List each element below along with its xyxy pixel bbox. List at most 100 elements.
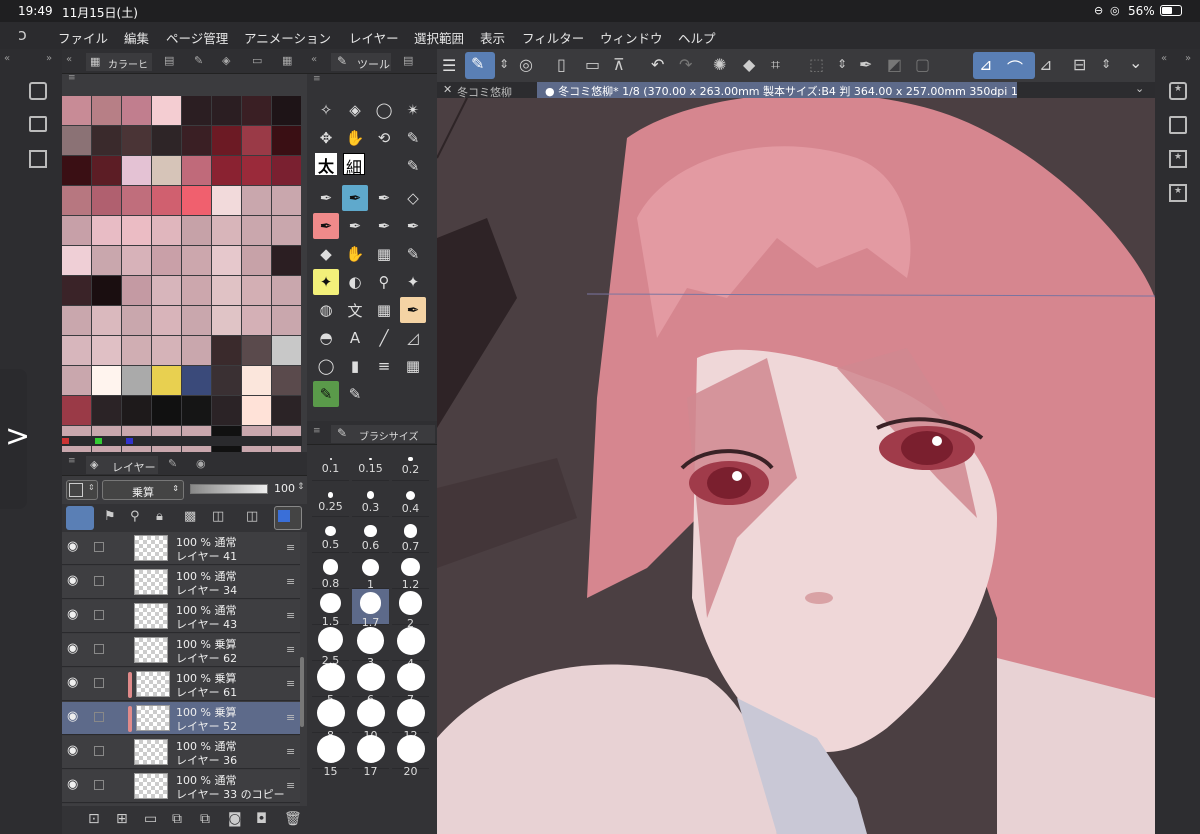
color-swatch[interactable] xyxy=(212,156,241,185)
drag-handle-icon[interactable]: ≡ xyxy=(286,711,295,724)
brush-size-option[interactable]: 0.25 xyxy=(312,481,349,517)
brush-size-option[interactable]: 0.5 xyxy=(312,517,349,553)
layer-mask-icon[interactable]: ◙ xyxy=(228,811,242,827)
brush-size-option[interactable]: 5 xyxy=(312,661,349,706)
ruler-icon[interactable]: ◫ xyxy=(246,509,258,524)
spiral-tool-icon[interactable]: ▦ xyxy=(371,297,397,323)
brush-size-option[interactable]: 6 xyxy=(352,661,389,706)
visibility-eye-icon[interactable]: ◉ xyxy=(67,709,81,724)
navigator-icon[interactable] xyxy=(29,82,47,100)
color-swatch[interactable] xyxy=(92,186,121,215)
color-swatch[interactable] xyxy=(272,306,301,335)
color-swatch[interactable] xyxy=(122,126,151,155)
undo-icon[interactable]: ↶ xyxy=(651,55,664,74)
menu-help[interactable]: ヘルプ xyxy=(678,28,716,47)
save-icon[interactable]: ⊼ xyxy=(613,55,625,74)
thin-line-button[interactable]: 細 xyxy=(343,153,365,177)
layer-checkbox[interactable] xyxy=(94,712,104,722)
layer-scrollbar[interactable] xyxy=(300,657,304,727)
panel-menu-icon[interactable]: ≡ xyxy=(68,456,76,466)
close-tab-icon[interactable]: ✕ xyxy=(443,83,452,96)
color-swatch[interactable] xyxy=(92,306,121,335)
crop-icon[interactable]: ⌗ xyxy=(771,55,780,75)
layer-checkbox[interactable] xyxy=(94,644,104,654)
gradient-tool-icon[interactable]: ◓ xyxy=(313,325,339,351)
frame-tool-icon[interactable]: ≡ xyxy=(371,353,397,379)
decoration-tool-icon[interactable]: ✎ xyxy=(400,241,426,267)
layer-property-icon[interactable] xyxy=(29,150,47,168)
color-swatch[interactable] xyxy=(62,306,91,335)
delete-layer-icon[interactable]: 🗑︎ xyxy=(284,811,302,827)
brush-size-option[interactable]: 4 xyxy=(392,625,429,670)
brush-size-option[interactable]: 0.15 xyxy=(352,445,389,481)
lasso-tool-icon[interactable]: ◯ xyxy=(371,97,397,123)
color-swatch[interactable] xyxy=(182,96,211,125)
color-swatch[interactable] xyxy=(242,306,271,335)
color-swatch[interactable] xyxy=(62,246,91,275)
move-tool-icon[interactable]: ✧ xyxy=(313,97,339,123)
color-swatch[interactable] xyxy=(242,186,271,215)
brush-alt-tool-icon[interactable]: ✒ xyxy=(400,297,426,323)
water-tool-icon[interactable]: ◐ xyxy=(342,269,368,295)
expand-icon[interactable]: « xyxy=(1161,53,1167,64)
menu-window[interactable]: ウィンドウ xyxy=(600,28,663,47)
color-swatch[interactable] xyxy=(122,306,151,335)
layer-row[interactable]: ◉ 100 % 通常 レイヤー 36 ≡ xyxy=(62,736,300,769)
deselect-icon[interactable]: ⬚ xyxy=(809,55,824,74)
pen-select-icon[interactable]: ✒ xyxy=(859,55,872,74)
color-swatch[interactable] xyxy=(62,216,91,245)
loading-icon[interactable]: ✺ xyxy=(713,55,726,74)
color-swatch[interactable] xyxy=(122,336,151,365)
drag-handle-icon[interactable]: ≡ xyxy=(286,779,295,792)
layer-checkbox[interactable] xyxy=(94,576,104,586)
color-swatch[interactable] xyxy=(122,156,151,185)
brush-size-option[interactable]: 17 xyxy=(352,733,389,778)
layer-row[interactable]: ◉ 100 % 乗算 レイヤー 62 ≡ xyxy=(62,634,300,667)
color-swatch[interactable] xyxy=(272,396,301,425)
color-swatch[interactable] xyxy=(182,156,211,185)
bookmark-star-icon[interactable]: ★ xyxy=(1169,82,1187,100)
pen-selected-tool-icon[interactable]: ✒ xyxy=(342,185,368,211)
pencil-tool-icon[interactable]: ✒ xyxy=(371,185,397,211)
eyedropper-tool-icon[interactable]: ✎ xyxy=(400,125,426,151)
color-swatch[interactable] xyxy=(152,336,181,365)
color-swatch[interactable] xyxy=(212,366,241,395)
color-swatch[interactable] xyxy=(272,366,301,395)
star-tool-icon[interactable]: ✦ xyxy=(400,269,426,295)
layer-row[interactable]: ◉ 100 % 通常 レイヤー 41 ≡ xyxy=(62,532,300,565)
color-swatch[interactable] xyxy=(152,246,181,275)
visibility-eye-icon[interactable]: ◉ xyxy=(67,607,81,622)
brush-size-option[interactable]: 0.6 xyxy=(352,517,389,553)
chevron-down-icon[interactable]: ⌄ xyxy=(1135,82,1144,95)
color-swatch[interactable] xyxy=(152,276,181,305)
panel-menu-icon[interactable]: ≡ xyxy=(68,73,76,83)
select-pen-tool-icon[interactable]: ✎ xyxy=(313,381,339,407)
layer-color-icon[interactable] xyxy=(274,506,302,530)
brush-size-option[interactable]: 15 xyxy=(312,733,349,778)
favorite-folder-icon[interactable]: ★ xyxy=(1169,150,1187,168)
color-swatch[interactable] xyxy=(152,126,181,155)
tab-active-document[interactable]: ● 冬コミ悠柳* 1/8 (370.00 x 263.00mm 製本サイズ:B4… xyxy=(537,82,1017,98)
color-swatch[interactable] xyxy=(152,156,181,185)
pencil-sketch-tool-icon[interactable]: ✎ xyxy=(400,153,426,179)
brush-size-option[interactable]: 10 xyxy=(352,697,389,742)
brush-size-option[interactable]: 0.4 xyxy=(392,481,429,517)
new-folder-icon[interactable]: ▭ xyxy=(144,811,157,827)
thick-line-button[interactable]: 太 xyxy=(315,153,337,176)
color-swatch[interactable] xyxy=(272,156,301,185)
color-swatch[interactable] xyxy=(62,396,91,425)
ruler-snap-group[interactable]: ⊿ ⌒ xyxy=(973,52,1035,79)
eraser-tool-icon[interactable]: ◇ xyxy=(400,185,426,211)
redo-icon[interactable]: ↷ xyxy=(679,55,692,74)
stroke-tool-icon[interactable]: ▮ xyxy=(342,353,368,379)
color-swatch[interactable] xyxy=(212,216,241,245)
layer-checkbox[interactable] xyxy=(94,678,104,688)
spiral-icon[interactable]: ◎ xyxy=(519,55,533,74)
new-vector-layer-icon[interactable]: ⊞ xyxy=(116,811,128,827)
brush-size-option[interactable]: 0.1 xyxy=(312,445,349,481)
color-swatch[interactable] xyxy=(92,246,121,275)
hamburger-menu-icon[interactable]: ☰ xyxy=(442,56,456,75)
menu-filter[interactable]: フィルター xyxy=(522,28,584,47)
menu-file[interactable]: ファイル xyxy=(58,28,108,47)
collapse-left-icon[interactable]: « xyxy=(4,53,10,64)
